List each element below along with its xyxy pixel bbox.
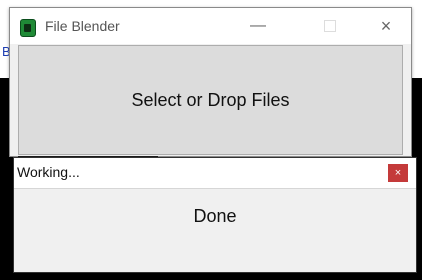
select-or-drop-files-button[interactable]: Select or Drop Files bbox=[18, 45, 403, 155]
minimize-button[interactable]: — bbox=[238, 12, 278, 40]
app-icon bbox=[20, 19, 36, 37]
dialog-close-icon: × bbox=[394, 167, 402, 179]
close-icon: × bbox=[380, 16, 392, 36]
window-title: File Blender bbox=[45, 18, 120, 34]
dialog-titlebar: Working... × bbox=[14, 158, 416, 189]
maximize-button[interactable] bbox=[310, 12, 350, 40]
minimize-icon: — bbox=[250, 17, 266, 34]
maximize-icon bbox=[324, 19, 336, 32]
close-button[interactable]: × bbox=[366, 12, 406, 40]
dialog-title: Working... bbox=[17, 164, 80, 180]
dialog-close-button[interactable]: × bbox=[388, 164, 408, 182]
main-window: File Blender — × Select or Drop Files bbox=[9, 7, 412, 159]
working-dialog: Working... × Done bbox=[13, 157, 417, 273]
status-text: Done bbox=[193, 206, 237, 226]
drop-area-label: Select or Drop Files bbox=[131, 89, 290, 110]
titlebar: File Blender — × bbox=[10, 8, 411, 44]
